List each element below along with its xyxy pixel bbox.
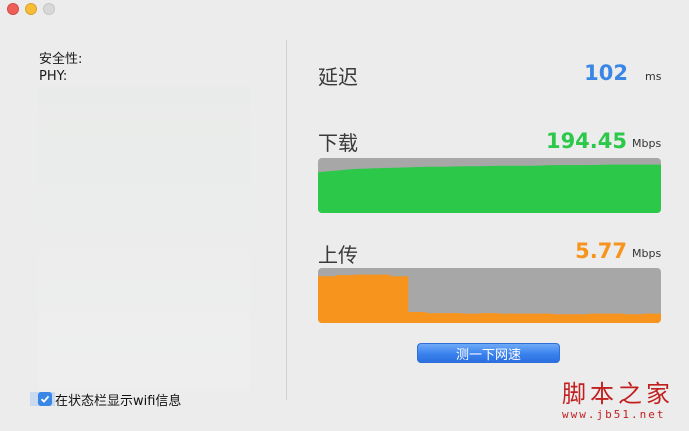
download-chart bbox=[318, 164, 661, 213]
window-controls bbox=[7, 3, 55, 15]
download-area bbox=[318, 164, 661, 213]
checkmark-icon bbox=[40, 395, 50, 403]
upload-chart bbox=[318, 274, 661, 323]
panel-divider bbox=[286, 40, 287, 400]
wifi-info-panel bbox=[38, 87, 250, 389]
upload-graph bbox=[318, 268, 661, 323]
phy-label: PHY: bbox=[39, 69, 68, 84]
speed-test-button[interactable]: 测一下网速 bbox=[417, 343, 560, 363]
statusbar-checkbox-label: 在状态栏显示wifi信息 bbox=[55, 393, 182, 409]
security-label: 安全性: bbox=[39, 52, 83, 67]
statusbar-checkbox[interactable] bbox=[38, 392, 52, 406]
download-value: 194.45 bbox=[545, 129, 627, 153]
watermark-title: 脚本之家 bbox=[562, 380, 674, 408]
minimize-button[interactable] bbox=[25, 3, 37, 15]
upload-unit: Mbps bbox=[632, 247, 662, 260]
latency-value: 102 bbox=[584, 61, 628, 85]
latency-label: 延迟 bbox=[318, 65, 358, 89]
download-unit: Mbps bbox=[632, 137, 662, 150]
close-button[interactable] bbox=[7, 3, 19, 15]
latency-unit: ms bbox=[645, 70, 662, 83]
download-label: 下载 bbox=[318, 131, 358, 155]
upload-label: 上传 bbox=[318, 243, 358, 267]
upload-value: 5.77 bbox=[575, 239, 627, 263]
zoom-button[interactable] bbox=[43, 3, 55, 15]
watermark-url: www.jb51.net bbox=[562, 408, 666, 421]
upload-area bbox=[318, 274, 661, 323]
watermark: 脚本之家 www.jb51.net bbox=[562, 380, 682, 421]
statusbar-option[interactable]: 在状态栏显示wifi信息 bbox=[30, 390, 182, 409]
download-graph bbox=[318, 158, 661, 213]
